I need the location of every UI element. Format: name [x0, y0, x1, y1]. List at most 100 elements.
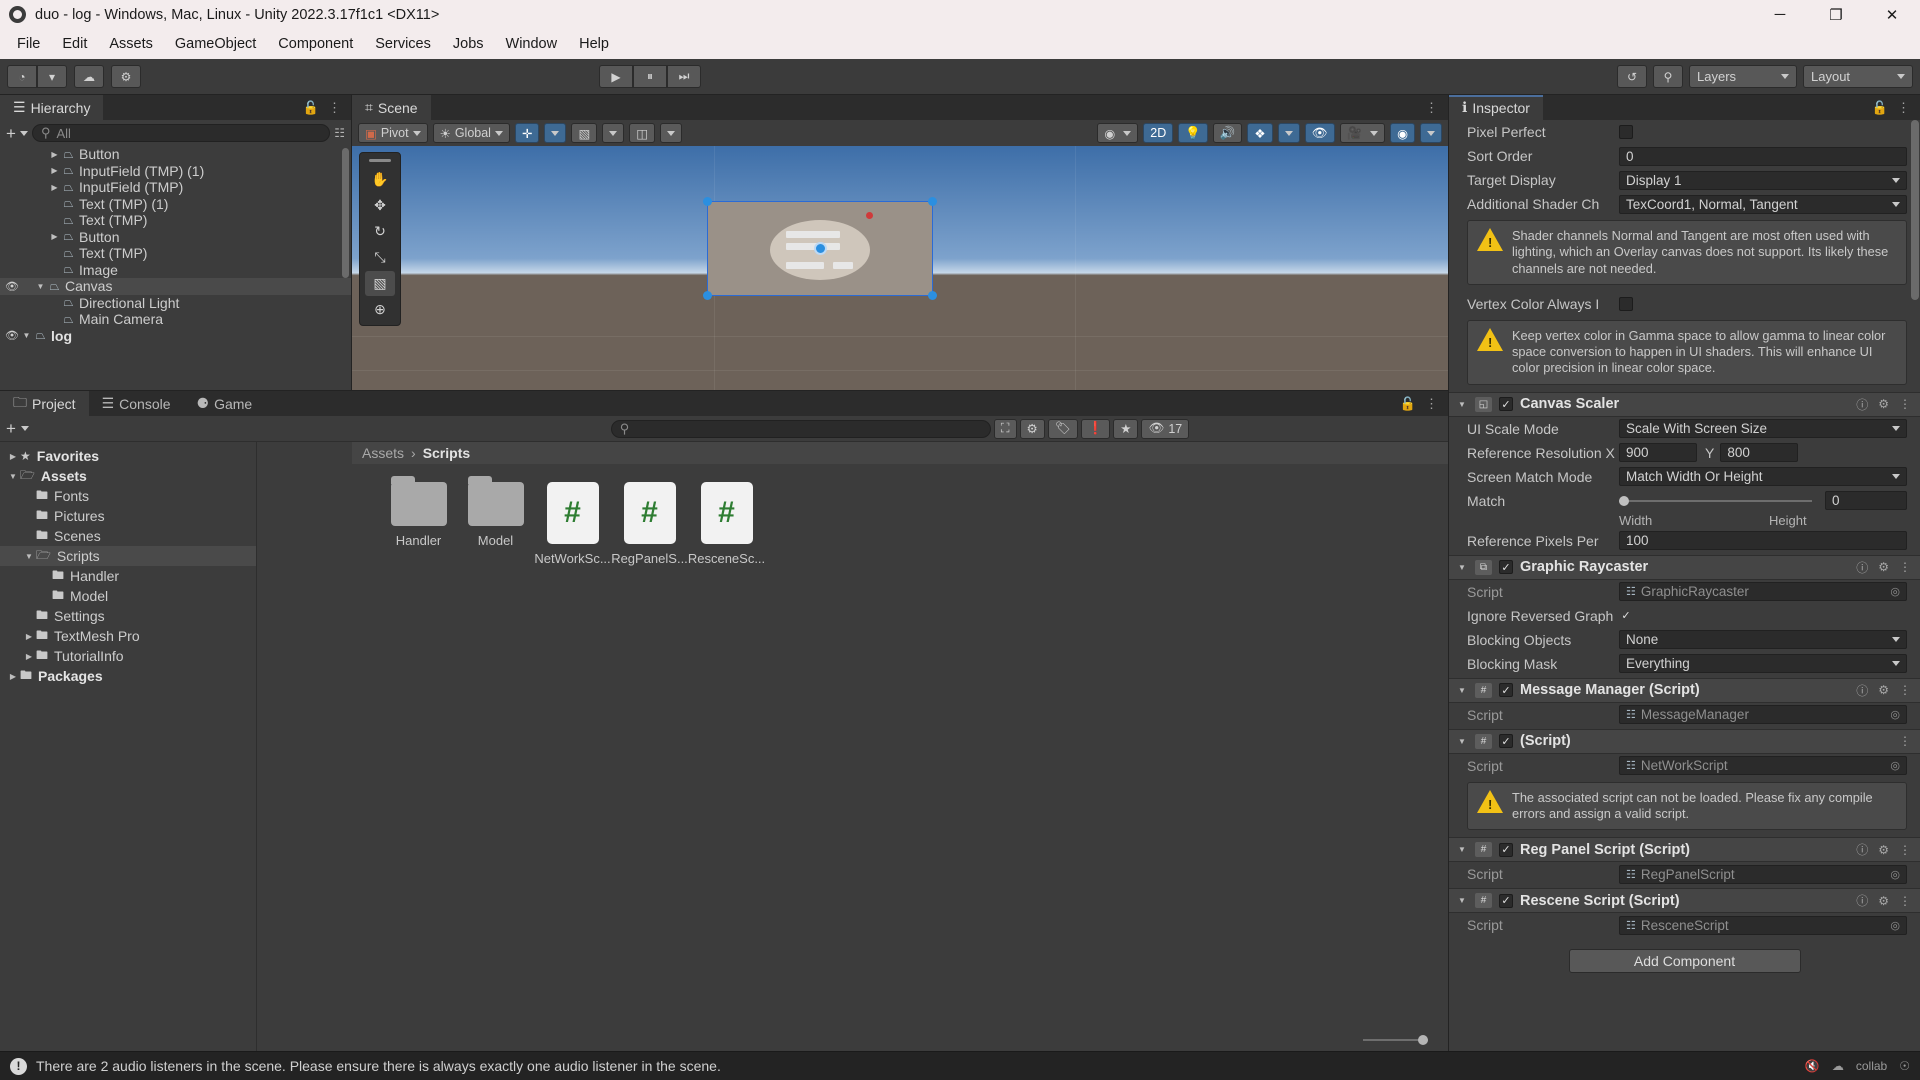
toggle-2d-button[interactable]: 2D	[1143, 123, 1174, 143]
lock-icon[interactable]: 🔓	[1400, 396, 1416, 412]
dropdown-field[interactable]: Display 1	[1619, 170, 1907, 190]
maximize-button[interactable]: ❐	[1808, 0, 1864, 29]
lock-icon[interactable]: 🔓	[1872, 100, 1888, 116]
component-enabled-checkbox[interactable]: ✓	[1499, 397, 1513, 411]
grid-visibility-button[interactable]: ▧	[571, 123, 598, 143]
hierarchy-search-input[interactable]: ⚲ All	[31, 124, 331, 142]
text-input-field[interactable]: 0	[1619, 146, 1907, 166]
menu-item-edit[interactable]: Edit	[51, 32, 98, 56]
chevron-down-icon[interactable]: ▼	[6, 472, 20, 481]
dropdown-field[interactable]: None	[1619, 630, 1907, 649]
menu-item-help[interactable]: Help	[568, 32, 620, 56]
chevron-right-icon[interactable]: ▶	[48, 150, 61, 159]
hierarchy-tree[interactable]: 👁▶⏢Button👁▶⏢InputField (TMP) (1)👁▶⏢Input…	[0, 146, 351, 390]
status-bar[interactable]: ! There are 2 audio listeners in the sce…	[0, 1051, 1920, 1080]
y-value-input[interactable]: 800	[1720, 443, 1799, 462]
canvas-selection-rect[interactable]	[703, 197, 937, 300]
menu-item-window[interactable]: Window	[495, 32, 569, 56]
chevron-down-icon[interactable]: ▼	[1458, 686, 1468, 695]
hidden-objects-button[interactable]: 👁	[1304, 123, 1335, 143]
object-reference-field[interactable]: ☷ NetWorkScript ◎	[1619, 756, 1907, 775]
preset-icon[interactable]: ⚙	[1878, 683, 1889, 697]
pivot-toggle-button[interactable]: ▣ Pivot	[358, 123, 428, 143]
x-value-input[interactable]: 900	[1619, 443, 1697, 462]
project-tree-item[interactable]: ▶ 🖿 TutorialInfo	[0, 646, 256, 666]
chevron-right-icon[interactable]: ▶	[22, 632, 36, 641]
chevron-down-icon[interactable]: ▼	[1458, 737, 1468, 746]
tab-project[interactable]: 🗀 Project	[0, 391, 89, 416]
asset-search-input[interactable]: ⚲	[610, 419, 991, 438]
panel-menu-icon[interactable]: ⋮	[328, 100, 341, 116]
chevron-right-icon[interactable]: ▶	[48, 166, 61, 175]
account-icon[interactable]: ◔	[7, 65, 37, 88]
play-button[interactable]: ▶	[599, 65, 633, 88]
preset-icon[interactable]: ⚙	[1878, 560, 1889, 574]
collab-status-icon[interactable]: collab	[1856, 1059, 1887, 1073]
project-tree-item[interactable]: ▶🖿Fonts	[0, 486, 256, 506]
component-enabled-checkbox[interactable]: ✓	[1499, 560, 1513, 574]
lock-icon[interactable]: 🔓	[303, 100, 319, 116]
cloud-button[interactable]: ☁	[74, 65, 104, 88]
add-gameobject-button[interactable]: +	[6, 125, 16, 142]
component-header[interactable]: ▼ ◱ ✓ Canvas Scaler ⓘ ⚙ ⋮	[1449, 391, 1920, 417]
hierarchy-scrollbar[interactable]	[342, 148, 349, 278]
chevron-right-icon[interactable]: ▶	[6, 452, 20, 461]
object-reference-field[interactable]: ☷ ResceneScript ◎	[1619, 915, 1907, 935]
zoom-slider-knob[interactable]	[1418, 1035, 1428, 1045]
palette-drag-handle[interactable]	[369, 159, 391, 162]
help-icon[interactable]: ⓘ	[1856, 892, 1868, 909]
project-tree-item[interactable]: ▶🖿Model	[0, 586, 256, 606]
undo-history-icon[interactable]: ↺	[1617, 65, 1647, 88]
hierarchy-item[interactable]: 👁▶⏢Main Camera	[0, 311, 351, 328]
layers-dropdown[interactable]: Layers	[1689, 65, 1797, 88]
resize-handle-top-right[interactable]	[928, 197, 937, 206]
dropdown-field[interactable]: Scale With Screen Size	[1619, 419, 1907, 438]
project-tree-item[interactable]: ▶ 🖿 Packages	[0, 666, 256, 686]
asset-item[interactable]: # ResceneSc...	[688, 482, 765, 566]
chevron-right-icon[interactable]: ▶	[48, 183, 61, 192]
layout-dropdown[interactable]: Layout	[1803, 65, 1913, 88]
cloud-status-icon[interactable]: ☁	[1832, 1059, 1844, 1073]
grid-visibility-dropdown[interactable]	[602, 123, 625, 143]
account-status-icon[interactable]: ☉	[1899, 1059, 1910, 1073]
account-dropdown-icon[interactable]: ▾	[37, 65, 67, 88]
camera-settings-button[interactable]: 🎥	[1339, 123, 1386, 143]
chevron-down-icon[interactable]	[19, 130, 28, 136]
slider-knob[interactable]	[1619, 495, 1629, 506]
project-tree-item[interactable]: ▶🖿Scenes	[0, 526, 256, 546]
breadcrumb-root[interactable]: Assets	[362, 445, 404, 461]
object-picker-icon[interactable]: ◎	[1890, 868, 1900, 881]
menu-item-assets[interactable]: Assets	[98, 32, 164, 56]
chevron-down-icon[interactable]: ▼	[1458, 845, 1468, 854]
project-tree-item[interactable]: ▶ ★ Favorites	[0, 446, 256, 466]
resize-handle-top-left[interactable]	[703, 197, 712, 206]
component-header[interactable]: ▼ # ✓ (Script) ⋮	[1449, 728, 1920, 754]
text-input-field[interactable]: 100	[1619, 531, 1907, 550]
grid-snap-dropdown[interactable]	[544, 123, 567, 143]
step-button[interactable]: ⏭	[667, 65, 701, 88]
filter-by-label-button[interactable]: 🏷	[1047, 418, 1078, 439]
search-expand-button[interactable]: ⛶	[993, 418, 1017, 439]
hierarchy-item[interactable]: 👁 ▼ ⏢ Canvas	[0, 278, 351, 295]
help-icon[interactable]: ⓘ	[1856, 396, 1868, 413]
asset-grid[interactable]: Handler Model # NetWorkSc... # RegPanelS... # R…	[352, 464, 1448, 1029]
hidden-count-badge[interactable]: 👁 17	[1141, 418, 1190, 439]
component-enabled-checkbox[interactable]: ✓	[1499, 893, 1513, 908]
hierarchy-item[interactable]: 👁▶⏢InputField (TMP) (1)	[0, 163, 351, 180]
hierarchy-item[interactable]: 👁▶⏢Button	[0, 146, 351, 163]
object-picker-icon[interactable]: ◎	[1890, 585, 1900, 598]
menu-item-component[interactable]: Component	[267, 32, 364, 56]
hierarchy-item[interactable]: 👁▶⏢Text (TMP)	[0, 212, 351, 229]
scene-tool-4[interactable]: ▧	[365, 271, 395, 296]
component-enabled-checkbox[interactable]: ✓	[1499, 734, 1513, 748]
resize-handle-bottom-right[interactable]	[928, 291, 937, 300]
help-icon[interactable]: ⓘ	[1856, 559, 1868, 576]
menu-item-jobs[interactable]: Jobs	[442, 32, 495, 56]
object-reference-field[interactable]: ☷ MessageManager ◎	[1619, 705, 1907, 724]
scene-tool-3[interactable]: ⤡	[365, 245, 395, 270]
chevron-down-icon[interactable]: ▼	[1458, 563, 1468, 572]
checkbox[interactable]: ✓	[1619, 609, 1633, 623]
fx-dropdown[interactable]	[1277, 123, 1300, 143]
scene-tool-0[interactable]: ✋	[365, 167, 395, 192]
gizmos-dropdown[interactable]	[1420, 123, 1442, 143]
